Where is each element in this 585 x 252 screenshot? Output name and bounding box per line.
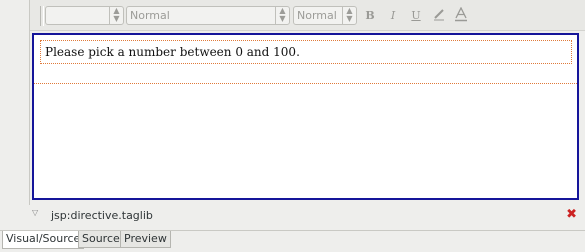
selection-bar: ▽ jsp:directive.taglib ✖ (29, 205, 585, 226)
font-size-value: Normal (297, 9, 337, 22)
selected-tag-label: jsp:directive.taglib (51, 209, 153, 222)
tab-preview[interactable]: Preview (120, 231, 171, 248)
combo-arrows-icon: ▲ ▼ (109, 7, 123, 24)
highlighter-icon[interactable] (430, 7, 448, 24)
tab-visual-source[interactable]: Visual/Source (2, 231, 85, 249)
combo-arrows-icon: ▲ ▼ (275, 7, 289, 24)
expander-arrow-icon[interactable]: ▽ (32, 208, 38, 217)
combo-arrows-icon: ▲ ▼ (342, 7, 356, 24)
font-color-icon[interactable] (452, 6, 470, 24)
font-size-combo[interactable]: Normal ▲ ▼ (293, 6, 357, 25)
left-panel-edge (0, 0, 30, 205)
editor-tab-bar: Visual/Source Source Preview (0, 230, 585, 252)
underline-button[interactable]: U (407, 7, 425, 24)
paragraph-format-combo[interactable]: Normal ▲ ▼ (126, 6, 290, 25)
tab-source[interactable]: Source (78, 231, 124, 248)
italic-button[interactable]: I (384, 7, 402, 24)
vertical-scrollbar[interactable] (579, 33, 585, 200)
close-icon[interactable]: ✖ (566, 208, 577, 221)
formatting-toolbar: ▲ ▼ Normal ▲ ▼ Normal ▲ ▼ B I U (30, 0, 585, 31)
toolbar-grip (40, 6, 44, 26)
visual-editor-canvas[interactable]: Please pick a number between 0 and 100. (32, 33, 579, 200)
style-combo[interactable]: ▲ ▼ (45, 6, 124, 25)
element-boundary-line (34, 83, 577, 84)
paragraph-element[interactable]: Please pick a number between 0 and 100. (40, 40, 572, 64)
paragraph-format-value: Normal (130, 9, 170, 22)
bold-button[interactable]: B (361, 7, 379, 24)
